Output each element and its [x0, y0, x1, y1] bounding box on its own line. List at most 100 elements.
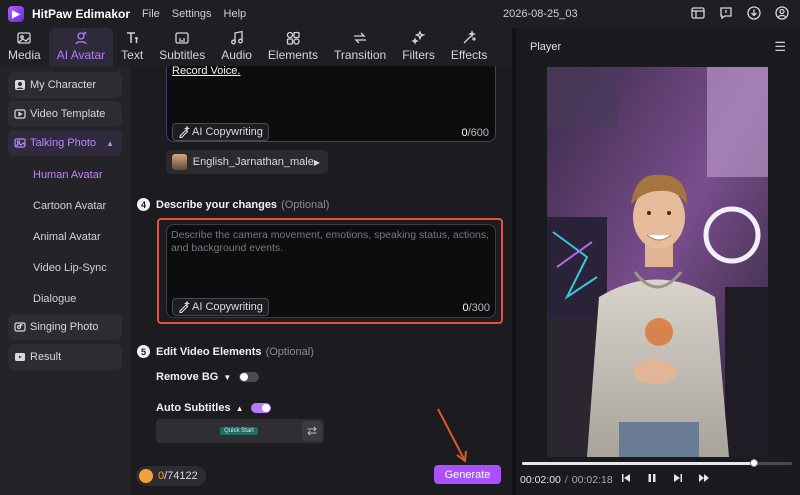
character-icon [15, 80, 25, 90]
tool-label: AI Avatar [56, 48, 106, 62]
tool-effects[interactable]: Effects [443, 28, 495, 66]
magic-pen-icon [179, 301, 190, 313]
step-4-optional: (Optional) [281, 198, 330, 211]
layout-icon[interactable] [690, 5, 706, 21]
credits-badge: 0 /74122 [136, 466, 206, 486]
video-frame [547, 67, 768, 457]
tool-label: Effects [450, 48, 488, 62]
download-icon[interactable] [746, 5, 762, 21]
text-icon [127, 32, 139, 43]
sidebar: My Character Video Template Talking Phot… [0, 66, 130, 495]
media-icon [17, 32, 31, 44]
title-bar: ▶ HitPaw Edimakor File Settings Help 202… [0, 0, 800, 28]
tool-label: Media [8, 48, 41, 62]
menu-settings[interactable]: Settings [172, 8, 212, 20]
generate-button[interactable]: Generate [434, 465, 501, 484]
timeline-progress [522, 462, 755, 465]
project-name: 2026-08-25_03 [503, 8, 578, 20]
step-4-number: 4 [137, 198, 150, 211]
current-time: 00:02:00 [520, 474, 561, 486]
sidebar-item-result[interactable]: Result [8, 344, 122, 370]
coin-icon [139, 469, 153, 483]
tool-text[interactable]: Text [113, 28, 151, 66]
tool-audio[interactable]: Audio [213, 28, 260, 66]
menu-icon[interactable]: ☰ [774, 39, 786, 55]
step-4-title: Describe your changes [156, 198, 278, 211]
chevron-up-icon: ▲ [106, 138, 114, 148]
sidebar-item-label: Talking Photo [30, 137, 97, 149]
voice-selector[interactable]: English_Jarnathan_male ▶ [166, 150, 328, 174]
voice-name: English_Jarnathan_male [192, 156, 314, 168]
elements-icon [286, 31, 300, 45]
sidebar-subitem-human-avatar[interactable]: Human Avatar [8, 159, 122, 190]
main-toolbar: Media AI Avatar Text Subtitles Audio Ele… [0, 28, 512, 66]
sidebar-subitem-animal-avatar[interactable]: Animal Avatar [8, 221, 122, 252]
player-panel: Player ☰ 00:02:00 / 00:02:18 [512, 28, 800, 495]
ai-copywriting-label: AI Copywriting [192, 301, 263, 313]
playback-controls [620, 472, 710, 484]
sidebar-item-my-character[interactable]: My Character [8, 72, 122, 98]
transition-icon [354, 32, 367, 44]
step-4-header: 4 Describe your changes (Optional) [137, 198, 329, 211]
menu-file[interactable]: File [142, 8, 160, 20]
script-char-count: 0/600 [461, 127, 489, 139]
tool-ai-avatar[interactable]: AI Avatar [48, 28, 114, 66]
step-5-header: 5 Edit Video Elements (Optional) [137, 345, 314, 358]
next-frame-icon[interactable] [672, 472, 684, 484]
auto-subtitles-row: Auto Subtitles ▲ [156, 402, 272, 414]
app-logo-icon: ▶ [8, 6, 24, 22]
tool-media[interactable]: Media [0, 28, 49, 66]
player-title: Player [530, 41, 562, 53]
profile-icon[interactable] [774, 5, 790, 21]
avatar-settings-panel: Record Voice. AI Copywriting 0/600 Engli… [130, 66, 512, 459]
singing-photo-icon [14, 322, 26, 332]
tool-transition[interactable]: Transition [326, 28, 394, 66]
magic-pen-icon [179, 126, 190, 138]
sidebar-item-label: My Character [30, 79, 97, 91]
filters-icon [410, 30, 426, 45]
swap-icon[interactable]: ⇄ [302, 421, 322, 441]
chevron-up-icon[interactable]: ▲ [236, 404, 244, 413]
time-display: 00:02:00 / 00:02:18 [520, 474, 613, 486]
fast-forward-icon[interactable] [698, 472, 710, 484]
sidebar-subitem-dialogue[interactable]: Dialogue [8, 283, 122, 314]
sidebar-subitem-video-lip-sync[interactable]: Video Lip-Sync [8, 252, 122, 283]
sidebar-item-singing-photo[interactable]: Singing Photo [8, 314, 122, 340]
describe-changes-card[interactable]: Describe the camera movement, emotions, … [166, 224, 496, 318]
voice-avatar [172, 154, 187, 170]
tool-filters[interactable]: Filters [394, 28, 443, 66]
pause-icon[interactable] [646, 472, 658, 484]
ai-copywriting-label: AI Copywriting [192, 126, 263, 138]
feedback-icon[interactable] [718, 5, 734, 21]
record-voice-link[interactable]: Record Voice. [172, 66, 240, 77]
remove-bg-toggle[interactable] [239, 372, 260, 382]
describe-changes-input[interactable]: Describe the camera movement, emotions, … [171, 229, 493, 255]
sidebar-item-video-template[interactable]: Video Template [8, 101, 122, 127]
ai-copywriting-button-2[interactable]: AI Copywriting [172, 298, 269, 316]
describe-char-count: 0/300 [462, 302, 490, 314]
tool-label: Audio [221, 48, 252, 62]
script-card[interactable]: Record Voice. AI Copywriting 0/600 [166, 66, 496, 142]
ai-copywriting-button[interactable]: AI Copywriting [172, 123, 269, 141]
total-time: 00:02:18 [571, 474, 613, 486]
tool-label: Text [121, 48, 144, 62]
video-template-icon [14, 109, 26, 119]
tool-elements[interactable]: Elements [260, 28, 326, 66]
tool-subtitles[interactable]: Subtitles [151, 28, 213, 66]
auto-subtitles-toggle[interactable] [251, 403, 272, 413]
time-separator: / [564, 474, 568, 486]
describe-char-max: /300 [468, 302, 490, 314]
sidebar-subitem-cartoon-avatar[interactable]: Cartoon Avatar [8, 190, 122, 221]
step-5-title: Edit Video Elements [156, 345, 262, 358]
step-5-number: 5 [137, 345, 150, 358]
menu-help[interactable]: Help [224, 8, 247, 20]
previous-frame-icon[interactable] [620, 472, 632, 484]
chevron-down-icon[interactable]: ▼ [223, 373, 231, 382]
timeline-scrubber[interactable] [750, 459, 759, 467]
auto-subtitles-label: Auto Subtitles [156, 402, 231, 414]
playback-timeline[interactable] [522, 459, 792, 467]
generate-bar: 0 /74122 Generate [130, 459, 512, 495]
subtitle-style-preview[interactable]: Quick Start ⇄ [156, 419, 324, 443]
sidebar-item-talking-photo[interactable]: Talking Photo ▲ [8, 130, 122, 156]
video-preview[interactable] [547, 67, 768, 457]
